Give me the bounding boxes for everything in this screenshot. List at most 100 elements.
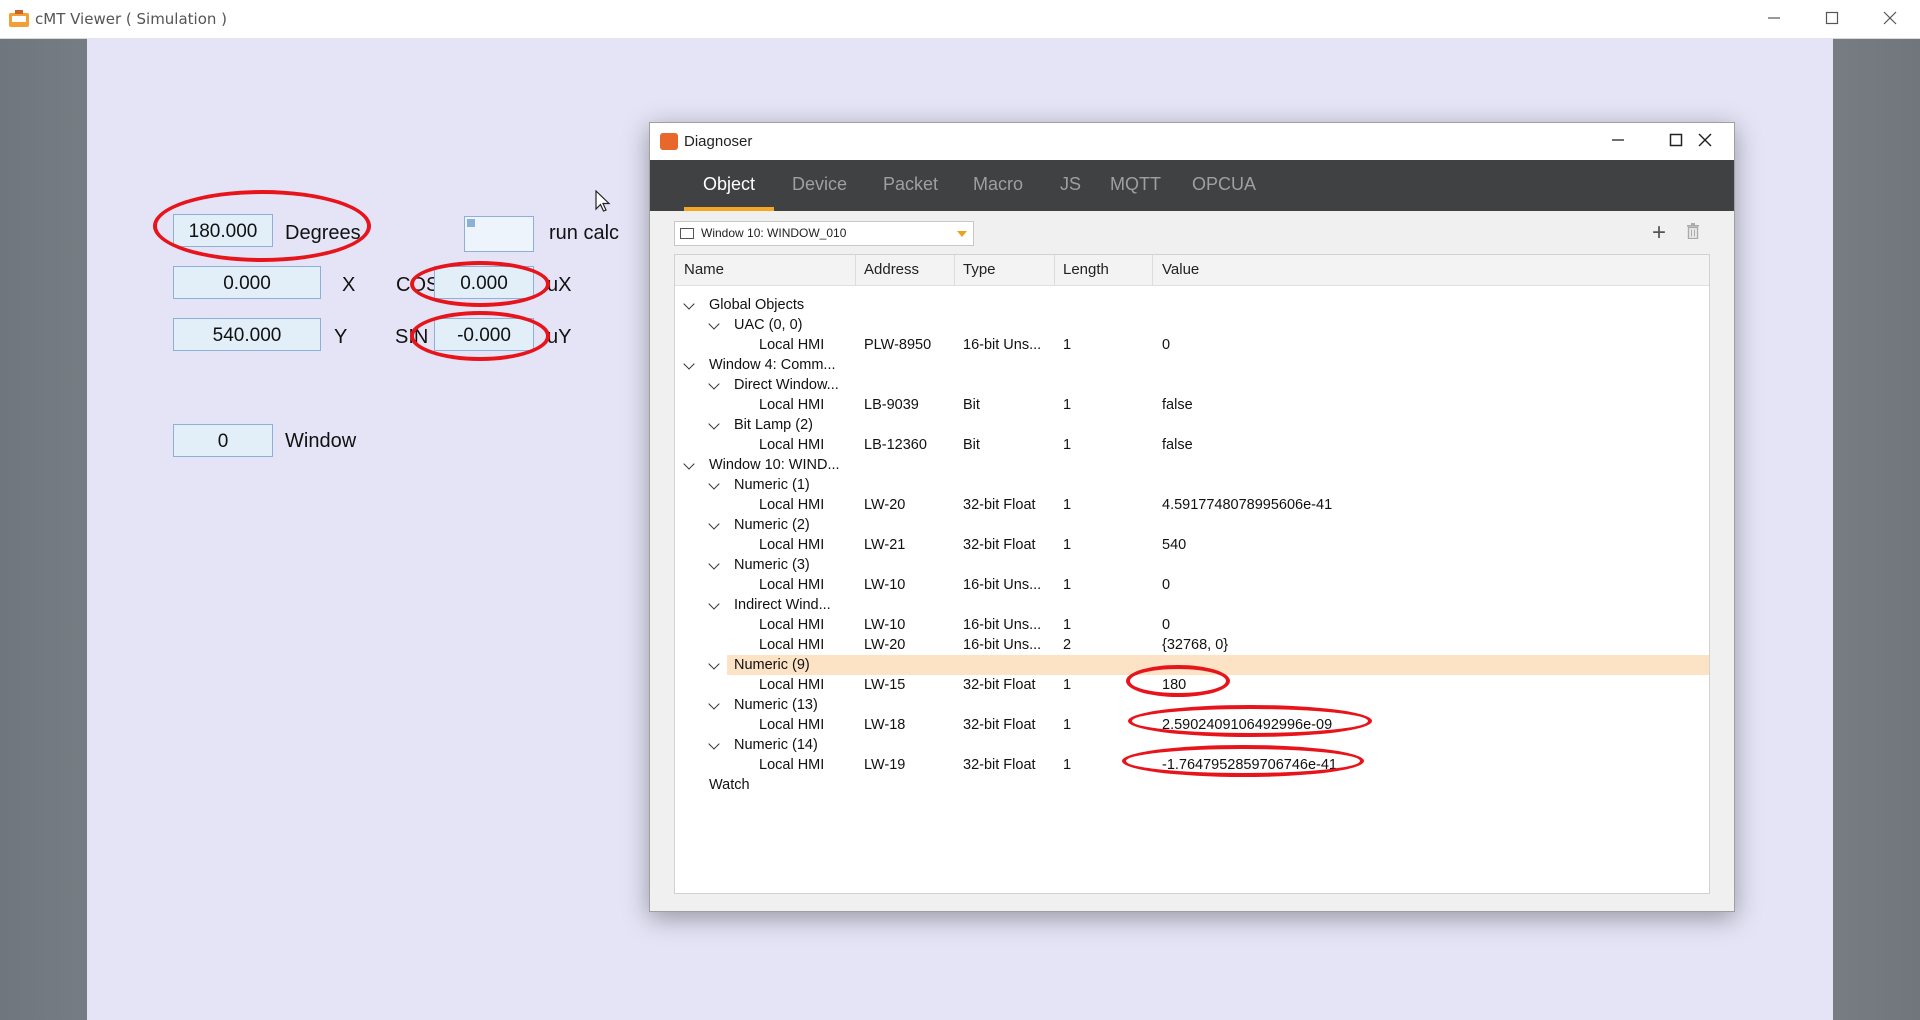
tree-cell-type: Bit	[963, 437, 980, 453]
diagnoser-tabbar: Object Device Packet Macro JS MQTT OPCUA	[650, 160, 1734, 211]
tree-row-leaf[interactable]: Local HMI LW-10 16-bit Uns... 1 0	[675, 575, 1709, 595]
chevron-down-icon[interactable]	[708, 478, 720, 490]
tree-row-leaf[interactable]: Local HMI LW-10 16-bit Uns... 1 0	[675, 615, 1709, 635]
column-header-type[interactable]: Type	[963, 261, 996, 278]
tree-row-group[interactable]: Window 4: Comm...	[675, 355, 1709, 375]
tree-row-leaf[interactable]: Local HMI LW-21 32-bit Float 1 540	[675, 535, 1709, 555]
tree-cell-type: 16-bit Uns...	[963, 617, 1042, 633]
tree-cell-address: LW-20	[864, 637, 906, 653]
tree-cell-length: 1	[1063, 497, 1072, 513]
chevron-down-icon[interactable]	[708, 658, 720, 670]
chevron-down-icon[interactable]	[708, 698, 720, 710]
tab-mqtt[interactable]: MQTT	[1110, 174, 1161, 195]
chevron-down-icon[interactable]	[683, 358, 695, 370]
tree-row-group[interactable]: Numeric (1)	[675, 475, 1709, 495]
column-header-address[interactable]: Address	[864, 261, 919, 278]
tree-row-group[interactable]: Watch	[675, 775, 1709, 795]
tree-row-group[interactable]: Numeric (2)	[675, 515, 1709, 535]
chevron-down-icon[interactable]	[708, 378, 720, 390]
tree-cell-length: 1	[1063, 397, 1072, 413]
minimize-icon	[1612, 139, 1624, 141]
column-header-length[interactable]: Length	[1063, 261, 1109, 278]
tree-cell-name: Window 4: Comm...	[709, 357, 836, 373]
tree-cell-name: Local HMI	[759, 397, 825, 413]
tab-js[interactable]: JS	[1060, 174, 1081, 195]
tree-row-leaf[interactable]: Local HMI LW-20 16-bit Uns... 2 {32768, 0}	[675, 635, 1709, 655]
tree-cell-name: Indirect Wind...	[734, 597, 831, 613]
tree-cell-address: LW-15	[864, 677, 906, 693]
x-input[interactable]: 0.000	[173, 266, 321, 299]
run-calc-button[interactable]	[464, 216, 534, 252]
cmt-viewer-logo-icon	[9, 10, 29, 27]
tab-device[interactable]: Device	[792, 174, 847, 195]
tree-cell-type: 32-bit Float	[963, 497, 1036, 513]
tree-row-group[interactable]: Direct Window...	[675, 375, 1709, 395]
tree-row-group[interactable]: Window 10: WIND...	[675, 455, 1709, 475]
tree-cell-name: Numeric (2)	[734, 517, 810, 533]
tree-row-leaf[interactable]: Local HMI LW-20 32-bit Float 1 4.59177480789…	[675, 495, 1709, 515]
window-icon	[680, 228, 694, 239]
y-input[interactable]: 540.000	[173, 318, 321, 351]
tree-cell-length: 1	[1063, 617, 1072, 633]
add-watch-button[interactable]: +	[1652, 219, 1666, 247]
annotation-ellipse-sin	[410, 311, 550, 361]
tab-opcua[interactable]: OPCUA	[1192, 174, 1256, 195]
tree-cell-name: Local HMI	[759, 577, 825, 593]
maximize-icon	[1825, 11, 1839, 25]
delete-icon[interactable]	[1686, 223, 1700, 239]
chevron-down-icon[interactable]	[708, 418, 720, 430]
chevron-down-icon[interactable]	[708, 558, 720, 570]
tree-cell-name: Local HMI	[759, 617, 825, 633]
tree-cell-name: Local HMI	[759, 537, 825, 553]
diagnoser-minimize-button[interactable]	[1589, 123, 1647, 160]
tree-cell-type: 32-bit Float	[963, 717, 1036, 733]
tree-row-leaf[interactable]: Local HMI LB-9039 Bit 1 false	[675, 395, 1709, 415]
app-title: cMT Viewer ( Simulation )	[35, 10, 228, 28]
tree-cell-length: 1	[1063, 577, 1072, 593]
window-input[interactable]: 0	[173, 424, 273, 457]
tab-packet[interactable]: Packet	[883, 174, 938, 195]
tree-cell-value: false	[1162, 397, 1193, 413]
tree-row-leaf[interactable]: Local HMI LB-12360 Bit 1 false	[675, 435, 1709, 455]
tree-cell-value: 0	[1162, 337, 1171, 353]
tree-row-leaf[interactable]: Local HMI PLW-8950 16-bit Uns... 1 0	[675, 335, 1709, 355]
tree-row-group[interactable]: Numeric (3)	[675, 555, 1709, 575]
tree-cell-address: LW-18	[864, 717, 906, 733]
chevron-down-icon[interactable]	[708, 598, 720, 610]
column-header-name[interactable]: Name	[684, 261, 724, 278]
chevron-down-icon[interactable]	[708, 738, 720, 750]
window-select[interactable]: Window 10: WINDOW_010	[674, 221, 974, 246]
tree-cell-name: Numeric (1)	[734, 477, 810, 493]
tree-cell-name: Local HMI	[759, 717, 825, 733]
close-button[interactable]	[1860, 0, 1920, 38]
tree-cell-length: 1	[1063, 337, 1072, 353]
tree-row-group[interactable]: Bit Lamp (2)	[675, 415, 1709, 435]
tree-cell-address: PLW-8950	[864, 337, 932, 353]
tree-cell-type: 16-bit Uns...	[963, 637, 1042, 653]
diagnoser-close-button[interactable]	[1676, 123, 1734, 160]
chevron-down-icon[interactable]	[708, 518, 720, 530]
minimize-button[interactable]	[1744, 0, 1804, 38]
tree-cell-name: Local HMI	[759, 337, 825, 353]
close-icon	[1698, 133, 1712, 147]
app-titlebar: cMT Viewer ( Simulation )	[0, 0, 1920, 39]
chevron-down-icon[interactable]	[683, 298, 695, 310]
object-tree: Name Address Type Length Value Global Ob…	[674, 254, 1710, 894]
chevron-down-icon[interactable]	[683, 458, 695, 470]
tree-cell-name: Numeric (9)	[734, 657, 810, 673]
y-label: Y	[334, 326, 348, 348]
tree-cell-length: 1	[1063, 537, 1072, 553]
uy-label: uY	[547, 326, 572, 348]
tab-macro[interactable]: Macro	[973, 174, 1023, 195]
chevron-down-icon[interactable]	[708, 318, 720, 330]
column-separator	[954, 255, 955, 285]
column-separator	[1152, 255, 1153, 285]
tree-row-group[interactable]: UAC (0, 0)	[675, 315, 1709, 335]
tree-row-group[interactable]: Global Objects	[675, 295, 1709, 315]
tree-row-group[interactable]: Indirect Wind...	[675, 595, 1709, 615]
column-header-value[interactable]: Value	[1162, 261, 1199, 278]
annotation-ellipse-cos	[410, 261, 550, 307]
maximize-button[interactable]	[1802, 0, 1862, 38]
tree-cell-address: LW-19	[864, 757, 906, 773]
tab-object[interactable]: Object	[703, 174, 755, 195]
